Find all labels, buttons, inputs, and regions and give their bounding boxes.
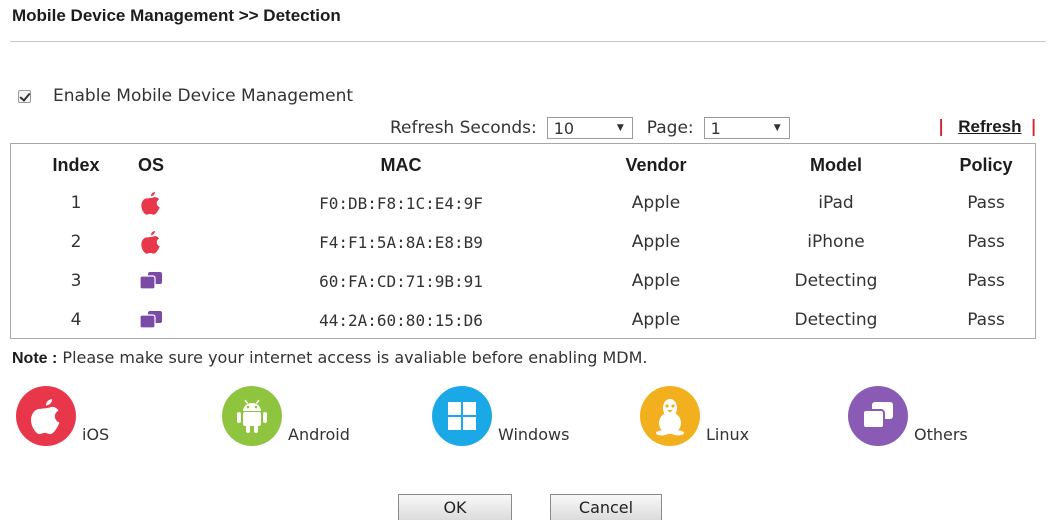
refresh-link[interactable]: Refresh	[958, 117, 1021, 137]
note-text: Note : Please make sure your internet ac…	[12, 348, 647, 368]
row-model: Detecting	[794, 271, 878, 291]
row-vendor: Apple	[631, 271, 681, 291]
ok-button[interactable]: OK	[398, 494, 512, 520]
header-vendor: Vendor	[625, 154, 687, 175]
enable-mdm-row[interactable]: Enable Mobile Device Management	[18, 86, 353, 106]
note-prefix: Note :	[12, 350, 58, 367]
row-index: 1	[70, 193, 82, 213]
row-model: iPad	[818, 193, 854, 213]
row-policy: Pass	[967, 310, 1005, 330]
legend-linux: Linux	[640, 386, 749, 446]
row-index: 3	[70, 271, 82, 291]
refresh-area: | Refresh |	[938, 117, 1037, 137]
note-body: Please make sure your internet access is…	[62, 348, 648, 367]
apple-icon	[121, 184, 181, 222]
legend-windows: Windows	[432, 386, 569, 446]
cancel-button[interactable]: Cancel	[550, 494, 662, 520]
windows-circle-icon	[432, 386, 492, 446]
row-vendor: Apple	[631, 310, 681, 330]
title-divider	[10, 41, 1046, 42]
others-icon	[121, 301, 181, 339]
row-vendor: Apple	[631, 232, 681, 252]
list-controls: Refresh Seconds: 10 ▼ Page: 1 ▼	[390, 117, 804, 139]
row-policy: Pass	[967, 193, 1005, 213]
row-policy: Pass	[967, 271, 1005, 291]
refresh-seconds-label: Refresh Seconds:	[390, 118, 537, 138]
header-os: OS	[137, 154, 164, 175]
row-vendor: Apple	[631, 193, 681, 213]
row-policy: Pass	[967, 232, 1005, 252]
legend-label-others: Others	[914, 425, 968, 444]
table-row: 1 F0:DB:F8:1C:E4:9F Apple iPad Pass	[11, 184, 1035, 222]
android-circle-icon	[222, 386, 282, 446]
others-icon	[121, 262, 181, 300]
legend-android: Android	[222, 386, 350, 446]
header-policy: Policy	[959, 154, 1013, 175]
dropdown-arrow-icon: ▼	[773, 123, 781, 133]
row-mac: F4:F1:5A:8A:E8:B9	[319, 232, 483, 252]
row-index: 4	[70, 310, 82, 330]
header-model: Model	[810, 154, 862, 175]
device-table: Index OS MAC Vendor Model Policy 1 F0:DB…	[10, 143, 1036, 339]
separator: |	[938, 117, 945, 137]
row-model: iPhone	[807, 232, 865, 252]
refresh-seconds-select[interactable]: 10 ▼	[546, 117, 633, 139]
enable-mdm-checkbox[interactable]	[18, 89, 31, 103]
refresh-seconds-value: 10	[553, 118, 575, 138]
header-mac: MAC	[380, 154, 422, 175]
ios-circle-icon	[16, 386, 76, 446]
page-value: 1	[710, 118, 721, 138]
dropdown-arrow-icon: ▼	[616, 123, 624, 133]
page-title: Mobile Device Management >> Detection	[12, 6, 341, 25]
legend-label-android: Android	[288, 425, 350, 444]
table-row: 3 60:FA:CD:71:9B:91 Apple Detecting Pass	[11, 262, 1035, 300]
legend-label-windows: Windows	[498, 425, 570, 444]
legend-label-ios: iOS	[82, 425, 110, 444]
row-mac: 60:FA:CD:71:9B:91	[319, 271, 483, 291]
row-mac: 44:2A:60:80:15:D6	[319, 310, 483, 330]
legend-ios: iOS	[16, 386, 109, 446]
row-mac: F0:DB:F8:1C:E4:9F	[319, 193, 483, 213]
linux-circle-icon	[640, 386, 700, 446]
legend-label-linux: Linux	[706, 425, 750, 444]
legend-others: Others	[848, 386, 968, 446]
page-select[interactable]: 1 ▼	[703, 117, 790, 139]
page-label: Page:	[646, 118, 694, 138]
header-index: Index	[52, 154, 100, 175]
table-row: 2 F4:F1:5A:8A:E8:B9 Apple iPhone Pass	[11, 223, 1035, 261]
table-row: 4 44:2A:60:80:15:D6 Apple Detecting Pass	[11, 301, 1035, 339]
apple-icon	[121, 223, 181, 261]
others-circle-icon	[848, 386, 908, 446]
enable-mdm-label: Enable Mobile Device Management	[53, 86, 354, 106]
table-header: Index OS MAC Vendor Model Policy	[11, 146, 1035, 184]
separator: |	[1030, 117, 1037, 137]
row-index: 2	[70, 232, 82, 252]
row-model: Detecting	[794, 310, 878, 330]
